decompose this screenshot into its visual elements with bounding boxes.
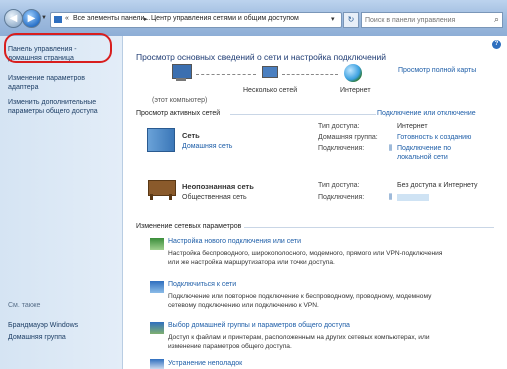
network1-type-link[interactable]: Домашняя сеть bbox=[182, 143, 232, 150]
change-settings-heading: Изменение сетевых параметров bbox=[136, 223, 242, 230]
network1-name: Сеть bbox=[182, 131, 200, 140]
highlight-circle bbox=[4, 33, 112, 63]
sidebar-item-sharing-settings-2[interactable]: параметры общего доступа bbox=[8, 107, 98, 116]
sidebar-item-homegroup[interactable]: Домашняя группа bbox=[8, 333, 66, 342]
search-icon[interactable]: ⌕ bbox=[494, 14, 499, 25]
network2-type: Общественная сеть bbox=[182, 194, 247, 201]
back-button[interactable]: ◀ bbox=[4, 9, 23, 28]
vpn-connection-icon: ⫼ bbox=[389, 194, 393, 201]
new-connection-icon bbox=[150, 238, 164, 250]
sidebar-item-firewall[interactable]: Брандмауэр Windows bbox=[8, 321, 78, 330]
task-new-connection-desc-2: или же настройка маршрутизатора или точк… bbox=[168, 259, 335, 266]
network1-connections-label: Подключения: bbox=[318, 145, 365, 152]
internet-globe-icon[interactable] bbox=[344, 64, 362, 82]
network2-access-label: Тип доступа: bbox=[318, 182, 360, 189]
task-homegroup-link[interactable]: Выбор домашней группы и параметров общег… bbox=[168, 322, 350, 329]
network1-access-label: Тип доступа: bbox=[318, 123, 360, 130]
sidebar-item-change-adapter-2[interactable]: адаптера bbox=[8, 83, 38, 92]
breadcrumb-current[interactable]: Центр управления сетями и общим доступом bbox=[151, 15, 299, 22]
active-networks-heading: Просмотр активных сетей bbox=[136, 110, 221, 117]
task-new-connection-desc: Настройка беспроводного, широкополосного… bbox=[168, 250, 443, 257]
multiple-networks-label: Несколько сетей bbox=[243, 87, 298, 94]
see-also-heading: См. также bbox=[8, 302, 41, 309]
map-link-line bbox=[196, 74, 256, 75]
network1-homegroup-link[interactable]: Готовность к созданию bbox=[397, 134, 471, 141]
multiple-networks-icon bbox=[262, 66, 278, 78]
task-connect-desc: Подключение или повторное подключение к … bbox=[168, 293, 432, 300]
task-connect-desc-2: сетевому подключению или подключению к V… bbox=[168, 302, 319, 309]
breadcrumb-separator-icon: ▸ bbox=[144, 16, 148, 23]
connect-disconnect-link[interactable]: Подключение или отключение bbox=[377, 110, 476, 117]
breadcrumb-chevron-icon: « bbox=[65, 15, 69, 22]
lan-connection-icon: ⫼ bbox=[389, 145, 393, 152]
network1-homegroup-label: Домашняя группа: bbox=[318, 134, 378, 141]
network-building-icon bbox=[147, 128, 175, 152]
network1-access-value: Интернет bbox=[397, 123, 428, 130]
forward-button[interactable]: ▶ bbox=[22, 9, 41, 28]
full-map-link[interactable]: Просмотр полной карты bbox=[398, 67, 476, 74]
address-dropdown-icon[interactable]: ▾ bbox=[331, 15, 335, 23]
title-bar: ◀ ▶ ▼ « Все элементы панели... ▸ Центр у… bbox=[0, 0, 507, 36]
task-homegroup-desc-2: изменение параметров общего доступа. bbox=[168, 343, 292, 350]
divider bbox=[244, 227, 494, 228]
network2-name: Неопознанная сеть bbox=[182, 182, 254, 191]
task-homegroup-desc: Доступ к файлам и принтерам, расположенн… bbox=[168, 334, 430, 341]
breadcrumb-root[interactable]: Все элементы панели... bbox=[73, 15, 150, 22]
connect-network-icon bbox=[150, 281, 164, 293]
help-icon[interactable]: ? bbox=[492, 40, 501, 49]
network2-connections-label: Подключения: bbox=[318, 194, 365, 201]
sidebar-item-change-adapter[interactable]: Изменение параметров bbox=[8, 74, 85, 83]
homegroup-icon bbox=[150, 322, 164, 334]
bench-leg bbox=[169, 194, 172, 200]
divider bbox=[230, 114, 376, 115]
control-panel-icon bbox=[54, 16, 62, 23]
computer-icon bbox=[172, 64, 192, 79]
this-computer-label: (этот компьютер) bbox=[152, 97, 208, 104]
search-input[interactable] bbox=[362, 13, 488, 27]
recent-pages-dropdown-icon[interactable]: ▼ bbox=[41, 15, 47, 21]
vpn-connection-link[interactable] bbox=[397, 194, 429, 201]
task-troubleshoot-link[interactable]: Устранение неполадок bbox=[168, 360, 242, 367]
sidebar-item-sharing-settings[interactable]: Изменить дополнительные bbox=[8, 98, 96, 107]
search-box[interactable]: ⌕ bbox=[361, 12, 503, 28]
network2-access-value: Без доступа к Интернету bbox=[397, 182, 478, 189]
troubleshoot-icon bbox=[150, 359, 164, 369]
task-new-connection-link[interactable]: Настройка нового подключения или сети bbox=[168, 238, 301, 245]
network1-connection-link-2[interactable]: локальной сети bbox=[397, 154, 448, 161]
map-link-line bbox=[282, 74, 338, 75]
refresh-button[interactable]: ↻ bbox=[343, 12, 359, 28]
address-bar[interactable]: « Все элементы панели... ▸ Центр управле… bbox=[50, 12, 342, 28]
page-title: Просмотр основных сведений о сети и наст… bbox=[136, 52, 387, 62]
internet-label: Интернет bbox=[340, 87, 371, 94]
computer-stand bbox=[176, 78, 186, 81]
network1-connection-link[interactable]: Подключение по bbox=[397, 145, 451, 152]
bench-leg bbox=[150, 194, 153, 200]
task-connect-link[interactable]: Подключиться к сети bbox=[168, 281, 236, 288]
